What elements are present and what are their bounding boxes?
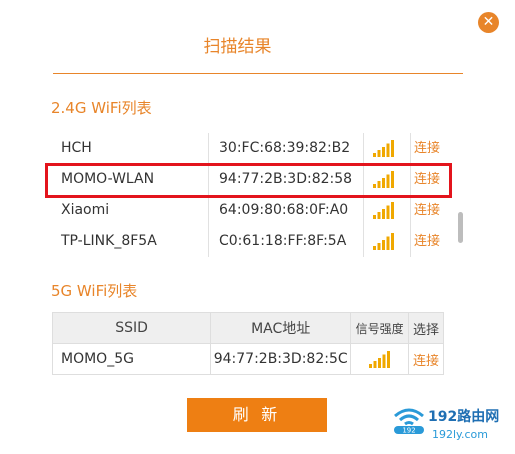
- close-icon[interactable]: ✕: [478, 12, 499, 33]
- wifi24-section-label: 2.4G WiFi列表: [51, 99, 152, 117]
- mac-text: 94:77:2B:3D:82:5C: [210, 343, 352, 375]
- signal-strength-icon: [373, 140, 395, 157]
- mac-text: 30:FC:68:39:82:B2: [219, 140, 351, 156]
- signal-strength-icon: [373, 233, 395, 250]
- mac-text: C0:61:18:FF:8F:5A: [219, 233, 347, 249]
- watermark-logo: 192 192路由网 192ly.com: [392, 404, 510, 446]
- wifi-logo-icon: 192: [394, 408, 424, 435]
- ssid-text: HCH: [61, 140, 92, 156]
- watermark-url: 192ly.com: [432, 428, 488, 441]
- signal-strength-icon: [373, 202, 395, 219]
- refresh-button[interactable]: 刷 新: [187, 398, 327, 432]
- header-mac: MAC地址: [210, 312, 352, 344]
- signal-strength-icon: [350, 343, 410, 375]
- list-scrollbar[interactable]: [458, 212, 463, 243]
- scan-results-dialog: ✕ 扫描结果 2.4G WiFi列表 HCH 30:FC:68:39:82:B2…: [0, 0, 515, 454]
- dialog-title: 扫描结果: [203, 37, 272, 57]
- list-item[interactable]: HCH 30:FC:68:39:82:B2 连接: [53, 133, 445, 164]
- mac-text: 64:09:80:68:0F:A0: [219, 202, 349, 218]
- header-action: 选择: [408, 312, 444, 344]
- highlight-box: [45, 163, 452, 198]
- list-item[interactable]: TP-LINK_8F5A C0:61:18:FF:8F:5A 连接: [53, 226, 445, 257]
- table-row[interactable]: MOMO_5G 94:77:2B:3D:82:5C 连接: [51, 343, 444, 375]
- title-divider: [53, 73, 463, 74]
- wifi5-section-label: 5G WiFi列表: [51, 282, 138, 300]
- connect-link[interactable]: 连接: [414, 226, 440, 257]
- connect-link[interactable]: 连接: [414, 195, 440, 226]
- connect-link[interactable]: 连接: [414, 133, 440, 164]
- ssid-text: Xiaomi: [61, 202, 110, 218]
- header-signal: 信号强度: [350, 312, 410, 344]
- ssid-text: MOMO_5G: [51, 343, 212, 375]
- table-header-row: SSID MAC地址 信号强度 选择: [51, 312, 444, 344]
- ssid-text: TP-LINK_8F5A: [61, 233, 157, 249]
- connect-link[interactable]: 连接: [408, 343, 444, 375]
- watermark-brand: 192路由网: [428, 409, 500, 425]
- list-item[interactable]: Xiaomi 64:09:80:68:0F:A0 连接: [53, 195, 445, 226]
- header-ssid: SSID: [51, 312, 212, 344]
- watermark-prefix: 192: [402, 427, 415, 435]
- wifi5-table: SSID MAC地址 信号强度 选择 MOMO_5G 94:77:2B:3D:8…: [51, 312, 444, 375]
